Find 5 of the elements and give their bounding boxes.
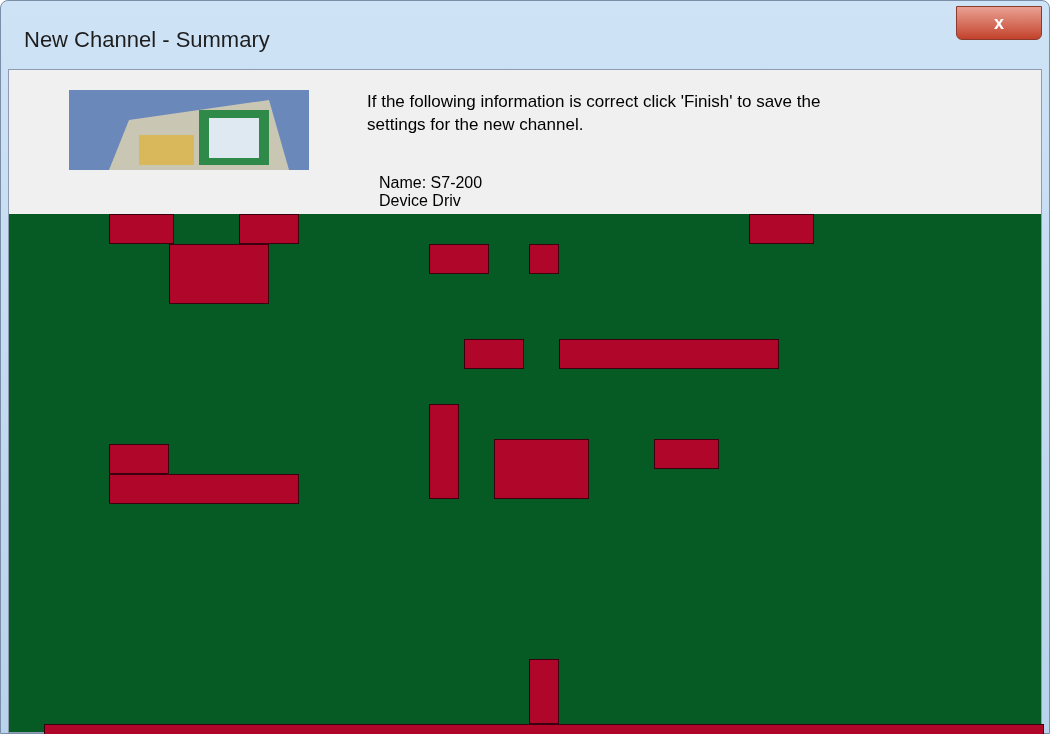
window-title: New Channel - Summary <box>24 25 270 54</box>
close-button[interactable]: x <box>956 6 1042 40</box>
intro-text: If the following information is correct click 'Finish' to save the settings for the new channel. <box>367 91 822 136</box>
summary-line: Device Driv <box>379 192 462 210</box>
summary-line: Name: S7-200 <box>379 174 484 192</box>
